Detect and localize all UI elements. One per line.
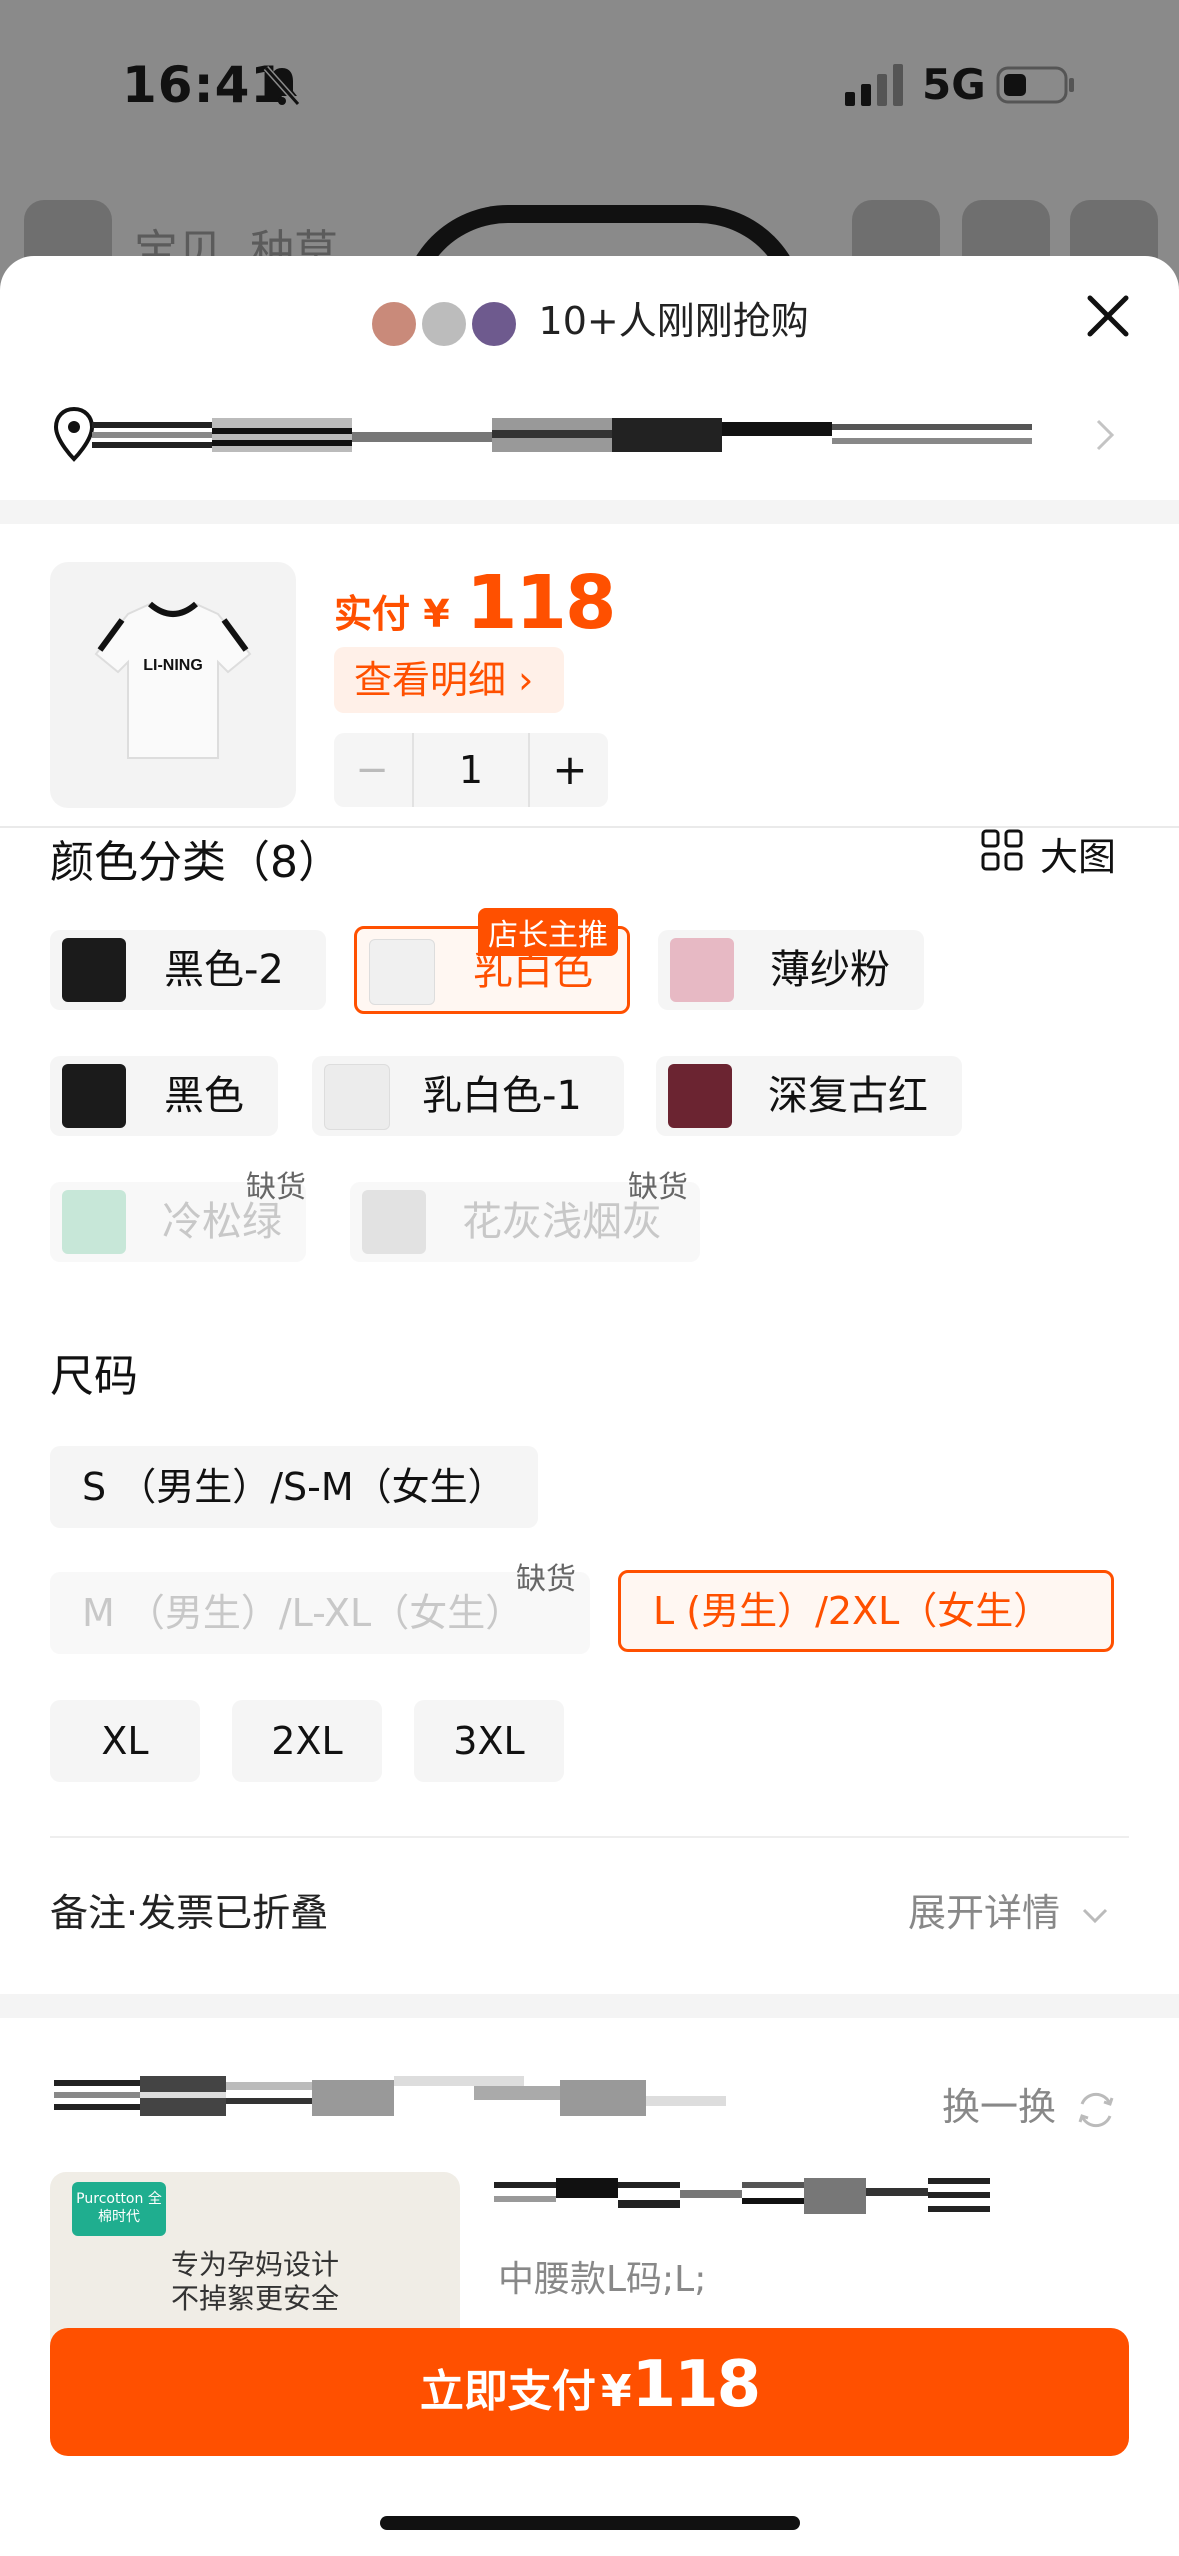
out-of-stock-badge: 缺货 (246, 1170, 306, 1205)
color-option-gauze-pink[interactable]: 薄纱粉 (658, 930, 924, 1010)
color-option-label: 薄纱粉 (770, 947, 890, 993)
pay-amount: 118 (631, 2348, 762, 2422)
pay-currency: ¥ (600, 2366, 632, 2417)
swap-label: 换一换 (942, 2085, 1057, 2129)
grid-view-icon[interactable] (980, 828, 1024, 872)
pay-now-button[interactable]: 立即支付 ¥118 (50, 2328, 1129, 2456)
color-swatch (362, 1190, 426, 1254)
product-thumbnail[interactable]: LI-NING (50, 562, 296, 808)
size-section-title: 尺码 (50, 1351, 138, 1402)
address-redacted[interactable] (92, 418, 1032, 452)
close-icon[interactable] (1080, 288, 1136, 344)
recommend-card-line: 专为孕妈设计 (170, 2248, 339, 2281)
color-option-black[interactable]: 黑色 (50, 1056, 278, 1136)
color-option-label: 深复古红 (768, 1073, 928, 1119)
color-swatch (369, 939, 435, 1005)
size-option-m[interactable]: M （男生）/L-XL（女生） (50, 1572, 590, 1654)
size-option-s[interactable]: S （男生）/S-M（女生） (50, 1446, 538, 1528)
view-price-detail-button[interactable]: 查看明细 › (334, 647, 564, 713)
status-bar: 16:41 5G (0, 0, 1179, 170)
color-option-label: 黑色 (164, 1073, 244, 1119)
quantity-stepper: − 1 + (334, 733, 608, 807)
expand-details-button[interactable]: 展开详情 (908, 1882, 1112, 1937)
color-option-milk-white-1[interactable]: 乳白色-1 (312, 1056, 624, 1136)
color-section-title: 颜色分类（8） (50, 837, 342, 888)
quantity-value[interactable]: 1 (412, 733, 530, 807)
notes-invoice-label[interactable]: 备注·发票已折叠 (50, 1882, 328, 1937)
out-of-stock-badge: 缺货 (628, 1170, 688, 1205)
recommend-subtitle: 中腰款L码;L; (498, 2259, 707, 2300)
recommend-card-text: 专为孕妈设计 不掉絮更安全 (50, 2248, 460, 2316)
size-option-xl[interactable]: XL (50, 1700, 200, 1782)
recent-buyers: 10+人刚刚抢购 (0, 290, 1179, 348)
tshirt-image: LI-NING (94, 601, 252, 759)
refresh-icon (1078, 2092, 1114, 2127)
color-option-label: 黑色-2 (164, 947, 284, 993)
buyer-avatar (420, 299, 469, 348)
color-swatch (62, 938, 126, 1002)
purcotton-logo: Purcotton 全棉时代 (72, 2182, 166, 2236)
size-option-3xl[interactable]: 3XL (414, 1700, 564, 1782)
divider (50, 1836, 1129, 1838)
color-option-deep-retro-red[interactable]: 深复古红 (656, 1056, 962, 1136)
chevron-down-icon (1083, 1908, 1108, 1923)
swap-button[interactable]: 换一换 (942, 2076, 1118, 2132)
color-swatch (62, 1064, 126, 1128)
color-swatch (668, 1064, 732, 1128)
pay-label: 立即支付 (419, 2366, 596, 2417)
home-indicator[interactable] (380, 2516, 800, 2530)
location-pin-icon[interactable] (52, 405, 96, 463)
chevron-right-icon[interactable] (1090, 415, 1120, 455)
decrease-button[interactable]: − (334, 733, 410, 807)
out-of-stock-badge: 缺货 (516, 1562, 576, 1597)
increase-button[interactable]: + (532, 733, 608, 807)
recommend-tag: 店长主推 (478, 908, 618, 956)
section-gap (0, 1994, 1179, 2018)
buyers-text: 10+人刚刚抢购 (538, 299, 809, 343)
expand-details-label: 展开详情 (908, 1891, 1061, 1935)
color-swatch (62, 1190, 126, 1254)
mute-bell-icon (263, 66, 301, 106)
recommend-name-redacted (494, 2178, 990, 2214)
big-image-toggle[interactable]: 大图 (1040, 826, 1116, 881)
buyer-avatar (470, 299, 519, 348)
price-label: 实付 ¥ (334, 592, 450, 636)
recommend-title-redacted (54, 2076, 726, 2116)
color-option-label: 乳白色-1 (422, 1073, 582, 1119)
battery-icon (996, 66, 1074, 104)
thumb-brand: LI-NING (143, 657, 203, 674)
size-option-2xl[interactable]: 2XL (232, 1700, 382, 1782)
price-value: 118 (466, 560, 616, 646)
color-swatch (670, 938, 734, 1002)
cellular-signal-icon (845, 64, 903, 106)
section-gap (0, 500, 1179, 524)
network-type: 5G (922, 60, 986, 109)
buyer-avatar (370, 299, 419, 348)
color-swatch (324, 1064, 390, 1130)
recommend-card-line: 不掉絮更安全 (170, 2282, 339, 2315)
color-option-black-2[interactable]: 黑色-2 (50, 930, 326, 1010)
size-option-l[interactable]: L (男生）/2XL（女生） (618, 1570, 1114, 1652)
